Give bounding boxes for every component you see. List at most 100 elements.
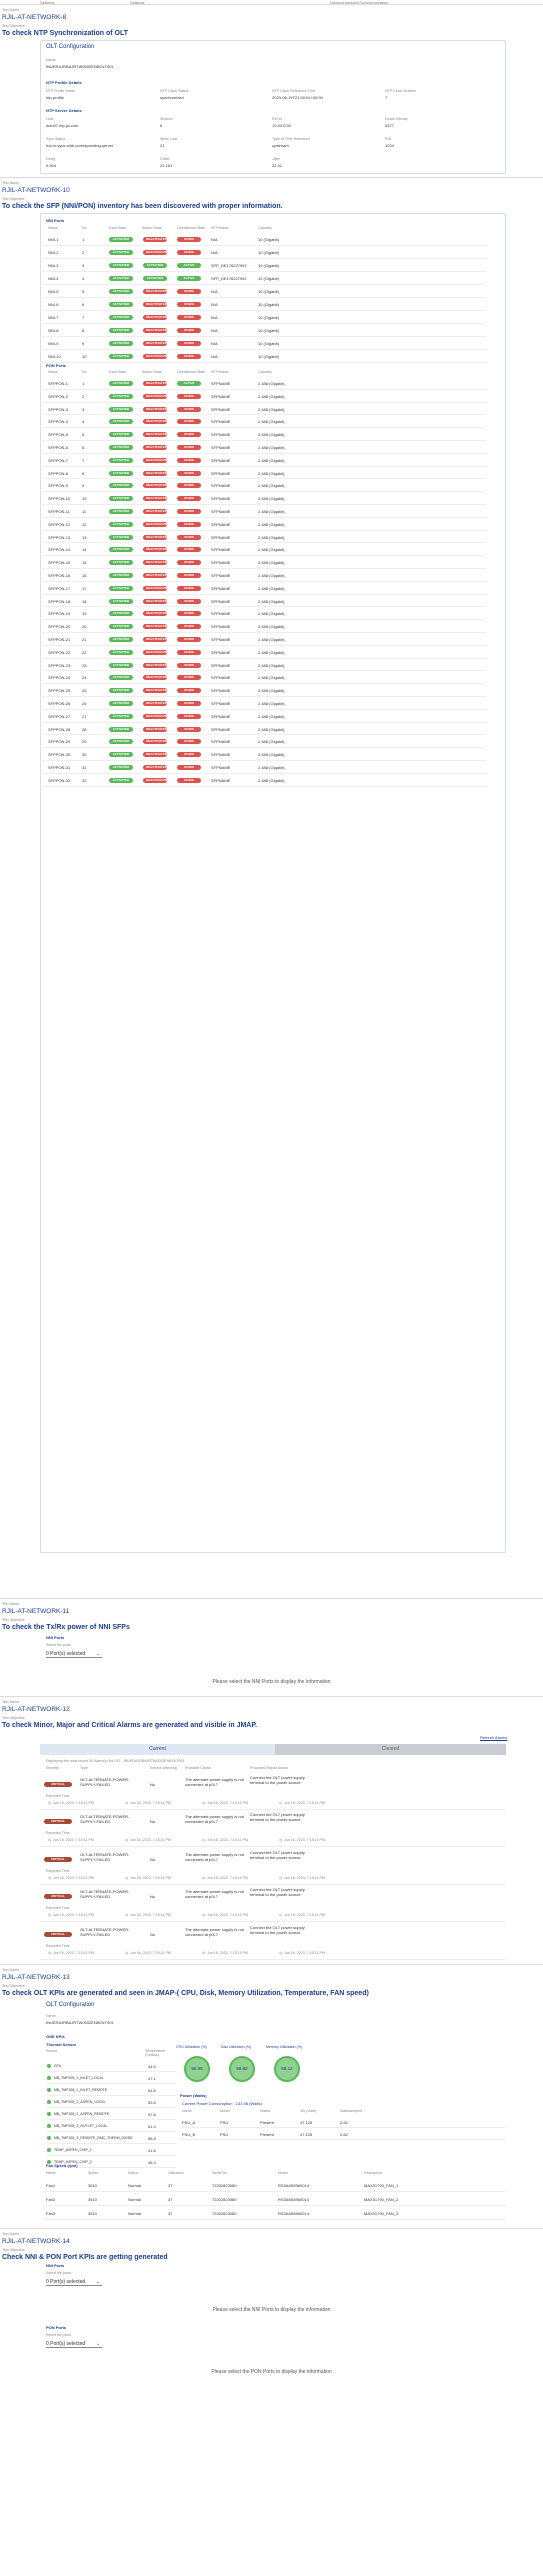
refresh-alarms-link[interactable]: Refresh Alarms	[480, 1735, 507, 1740]
port-name: SFPPON-11	[48, 509, 70, 514]
admin-state-badge: DEACTIVATED	[143, 341, 167, 346]
capacity: 2.488 (Gigabit)	[258, 406, 285, 412]
capacity: 2.488 (Gigabit)	[258, 739, 285, 745]
sfp-name: SFPNAME	[211, 393, 231, 399]
port-no: 20	[82, 624, 87, 630]
sfp-name: SFPNAME	[211, 662, 231, 668]
port-name: SFPPON-14	[48, 547, 71, 553]
capacity: 2.488 (Gigabit)	[258, 752, 285, 758]
port-no: 11	[82, 509, 87, 514]
admin-state-badge: DEACTIVATED	[143, 354, 167, 359]
power-header: Model	[220, 2109, 230, 2113]
server-value: 0377	[385, 123, 394, 128]
admin-state-badge: DEACTIVATED	[143, 585, 167, 591]
port-name: NNI-3	[48, 263, 59, 268]
port-name: NNI-1	[48, 237, 59, 242]
alarm-header: Type	[80, 1766, 88, 1770]
probable-cause: The alternate power supply is not connec…	[185, 1814, 244, 1825]
fan-cell: 72202823080	[212, 2197, 237, 2202]
admin-state-badge: DEACTIVATED	[143, 726, 167, 732]
sensor-temp: 46.3	[148, 2160, 156, 2165]
sfp-name: N/A	[211, 250, 218, 255]
tab-cleared[interactable]: Cleared	[275, 1744, 506, 1755]
capacity: 2.488 (Gigabit)	[258, 585, 285, 591]
sensor-temp: 53.5	[148, 2100, 156, 2105]
fault-state-badge: ACTIVATED	[109, 328, 133, 333]
divider	[0, 4, 543, 5]
port-no: 1	[82, 381, 85, 386]
fan-cell: 37	[168, 2183, 173, 2188]
fault-state-badge: ACTIVATED	[109, 573, 133, 578]
tab-current[interactable]: Current	[40, 1744, 275, 1755]
nni-port-select[interactable]: 0 Port(s) selected	[46, 2279, 102, 2286]
column-header: Admin State	[142, 226, 162, 230]
test-name: RJIL-AT-NETWORK-13	[2, 1974, 70, 1981]
column-header: Admin State	[142, 370, 162, 374]
port-name: SFPPON-7	[48, 457, 69, 463]
ntp-value: ntp-profile	[46, 95, 64, 100]
sensor-status-icon	[47, 2136, 51, 2140]
fan-cell: RS3A6S8960014	[278, 2211, 309, 2216]
port-no: 10	[82, 496, 87, 502]
capacity: 10 (Gigabit)	[258, 289, 279, 294]
test-objective-label: Test Objective	[2, 1618, 25, 1622]
port-no: 6	[82, 445, 85, 450]
column-header: Capacity	[258, 370, 272, 374]
fan-header: Description	[364, 2171, 382, 2175]
test-name: RJIL-AT-NETWORK-10	[2, 187, 70, 194]
fault-state-badge: ACTIVATED	[109, 739, 133, 745]
test-objective-label: Test Objective	[2, 2248, 25, 2252]
nni-port-select[interactable]: 0 Port(s) selected	[46, 1651, 102, 1658]
fan-header: Serial No	[212, 2171, 227, 2175]
sensor-name: TEMP_ASPEN_CHIP_1	[54, 2148, 92, 2152]
port-no: 29	[82, 739, 87, 745]
admin-state-badge: DEACTIVATED	[143, 649, 167, 655]
clock-icon: ◷	[279, 1838, 283, 1843]
sensor-temp: 61.4	[148, 2124, 156, 2129]
oper-state-badge: ACTIVE	[177, 263, 201, 268]
fan-cell: 3510	[88, 2197, 97, 2202]
column-header: Operational State	[177, 226, 205, 230]
test-objective-label: Test Objective	[2, 1716, 25, 1720]
repair-action: Connect the OLT power supply terminal to…	[250, 1924, 305, 1935]
column-header: SFP Name	[211, 226, 229, 230]
power-header: Status	[260, 2109, 271, 2113]
fault-state-badge: ACTIVATED	[109, 406, 133, 412]
fan-cell: Normal	[128, 2211, 141, 2216]
column-header: Capacity	[258, 226, 272, 230]
oper-state-badge: ACTIVE	[177, 276, 201, 281]
oper-state-badge: DOWN	[177, 765, 201, 770]
oper-state-badge: DOWN	[177, 432, 201, 438]
sensor-temp: 56.5	[148, 2136, 156, 2141]
alarm-time: Jun 16, 2023, 7:15:11 PM	[207, 1875, 248, 1880]
oper-state-badge: DOWN	[177, 419, 201, 425]
fault-state-badge: ACTIVATED	[109, 534, 133, 540]
fault-state-badge: ACTIVATED	[109, 341, 133, 346]
pon-port-select[interactable]: 0 Port(s) selected	[46, 2341, 102, 2348]
oper-state-badge: DOWN	[177, 752, 201, 758]
sensor-status-icon	[47, 2064, 51, 2068]
port-no: 8	[82, 328, 85, 333]
repair-action: Connect the OLT power supply terminal to…	[250, 1775, 305, 1785]
admin-state-badge: DEACTIVATED	[143, 777, 167, 783]
sfp-name: SFP_DE176227992	[211, 276, 247, 281]
port-no: 15	[82, 560, 87, 566]
fault-state-badge: ACTIVATED	[109, 496, 133, 502]
test-name-label: Test Name	[2, 8, 20, 12]
port-no: 2	[82, 393, 85, 399]
column-header: Name	[48, 226, 58, 230]
fault-state-badge: ACTIVATED	[109, 393, 133, 399]
alarm-time: Jun 16, 2023, 7:15:11 PM	[284, 1950, 325, 1955]
ntp-header: NTP Clock Reference Time	[272, 89, 316, 93]
port-name: SFPPON-29	[48, 739, 71, 745]
admin-state-badge: DEACTIVATED	[143, 328, 167, 333]
server-value: 10.53.0.50	[272, 123, 291, 128]
sfp-name: SFPNAME	[211, 496, 231, 502]
fan-cell: Fan3	[46, 2211, 56, 2216]
alarm-time: Jun 16, 2023, 7:15:11 PM	[53, 1950, 94, 1955]
fault-state-badge: ACTIVATED	[109, 457, 133, 463]
fan-header: Status	[128, 2171, 139, 2175]
capacity: 2.488 (Gigabit)	[258, 381, 285, 386]
ntp-card	[40, 40, 506, 174]
fault-state-badge: ACTIVATED	[109, 470, 133, 476]
